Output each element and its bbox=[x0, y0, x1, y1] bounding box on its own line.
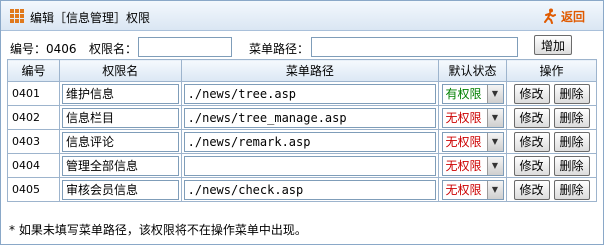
path-label: 菜单路径： bbox=[249, 42, 310, 56]
state-value: 无权限 bbox=[445, 182, 482, 197]
dropdown-arrow-icon: ▼ bbox=[486, 84, 503, 103]
row-name-input[interactable] bbox=[61, 179, 179, 200]
table-row: 0403 无权限 ▼ 修改删除 bbox=[7, 129, 597, 154]
dropdown-arrow-icon: ▼ bbox=[486, 108, 503, 127]
delete-button[interactable]: 删除 bbox=[553, 131, 590, 152]
code-label: 编号：0406 bbox=[10, 42, 77, 56]
header-state: 默认状态 bbox=[438, 59, 507, 82]
delete-button[interactable]: 删除 bbox=[553, 83, 590, 104]
table-row: 0404 无权限 ▼ 修改删除 bbox=[7, 153, 597, 178]
table-row: 0401 有权限 ▼ 修改删除 bbox=[7, 81, 597, 106]
state-value: 有权限 bbox=[445, 86, 482, 101]
row-id: 0402 bbox=[7, 105, 60, 130]
table-row: 0405 无权限 ▼ 修改删除 bbox=[7, 177, 597, 202]
dropdown-arrow-icon: ▼ bbox=[486, 156, 503, 175]
header-id: 编号 bbox=[7, 59, 60, 82]
row-path-input[interactable] bbox=[183, 179, 437, 200]
row-path-input[interactable] bbox=[183, 107, 437, 128]
path-input[interactable] bbox=[311, 37, 518, 57]
row-name-input[interactable] bbox=[61, 131, 179, 152]
table-row: 0402 无权限 ▼ 修改删除 bbox=[7, 105, 597, 130]
delete-button[interactable]: 删除 bbox=[553, 155, 590, 176]
edit-button[interactable]: 修改 bbox=[513, 83, 550, 104]
row-name-input[interactable] bbox=[61, 83, 179, 104]
add-form: 编号：0406 权限名： 菜单路径： 增加 bbox=[1, 34, 603, 58]
delete-button[interactable]: 删除 bbox=[553, 179, 590, 200]
name-input[interactable] bbox=[138, 37, 232, 57]
footnote: * 如果未填写菜单路径，该权限将不在操作菜单中出现。 bbox=[9, 223, 307, 237]
row-id: 0403 bbox=[7, 129, 60, 154]
header-actions: 操作 bbox=[506, 59, 597, 82]
permission-table: 编号 权限名 菜单路径 默认状态 操作 0401 有权限▼ 修改删除 0402 … bbox=[7, 59, 597, 202]
back-label: 返回 bbox=[560, 9, 585, 24]
row-name-input[interactable] bbox=[61, 107, 179, 128]
add-button[interactable]: 增加 bbox=[534, 35, 572, 55]
back-link[interactable]: 返回 bbox=[542, 8, 585, 24]
state-select[interactable]: 无权限 ▼ bbox=[441, 155, 504, 176]
row-path-input[interactable] bbox=[183, 83, 437, 104]
dropdown-arrow-icon: ▼ bbox=[486, 132, 503, 151]
row-id: 0401 bbox=[7, 81, 60, 106]
edit-button[interactable]: 修改 bbox=[513, 107, 550, 128]
permission-panel: 编辑［信息管理］权限 返回 编号：0406 权限名： 菜单路径： 增加 编号 权… bbox=[0, 0, 604, 245]
row-path-input[interactable] bbox=[183, 131, 437, 152]
name-label: 权限名： bbox=[89, 42, 138, 56]
header-name: 权限名 bbox=[58, 59, 182, 82]
delete-button[interactable]: 删除 bbox=[553, 107, 590, 128]
edit-button[interactable]: 修改 bbox=[513, 179, 550, 200]
row-id: 0404 bbox=[7, 153, 60, 178]
header-path: 菜单路径 bbox=[180, 59, 440, 82]
table-header-row: 编号 权限名 菜单路径 默认状态 操作 bbox=[7, 59, 597, 82]
state-value: 无权限 bbox=[445, 134, 482, 149]
page-title: 编辑［信息管理］权限 bbox=[30, 11, 151, 25]
state-select[interactable]: 无权限 ▼ bbox=[441, 179, 504, 200]
dropdown-arrow-icon: ▼ bbox=[486, 180, 503, 199]
running-man-icon bbox=[543, 8, 556, 24]
row-id: 0405 bbox=[7, 177, 60, 202]
state-value: 无权限 bbox=[445, 110, 482, 125]
title-bar: 编辑［信息管理］权限 返回 bbox=[1, 1, 603, 31]
state-select[interactable]: 有权限 ▼ bbox=[441, 83, 504, 104]
grid-icon bbox=[10, 9, 24, 23]
edit-button[interactable]: 修改 bbox=[513, 155, 550, 176]
row-name-input[interactable] bbox=[61, 155, 179, 176]
edit-button[interactable]: 修改 bbox=[513, 131, 550, 152]
state-select[interactable]: 无权限 ▼ bbox=[441, 107, 504, 128]
row-path-input[interactable] bbox=[183, 155, 437, 176]
state-select[interactable]: 无权限 ▼ bbox=[441, 131, 504, 152]
state-value: 无权限 bbox=[445, 158, 482, 173]
